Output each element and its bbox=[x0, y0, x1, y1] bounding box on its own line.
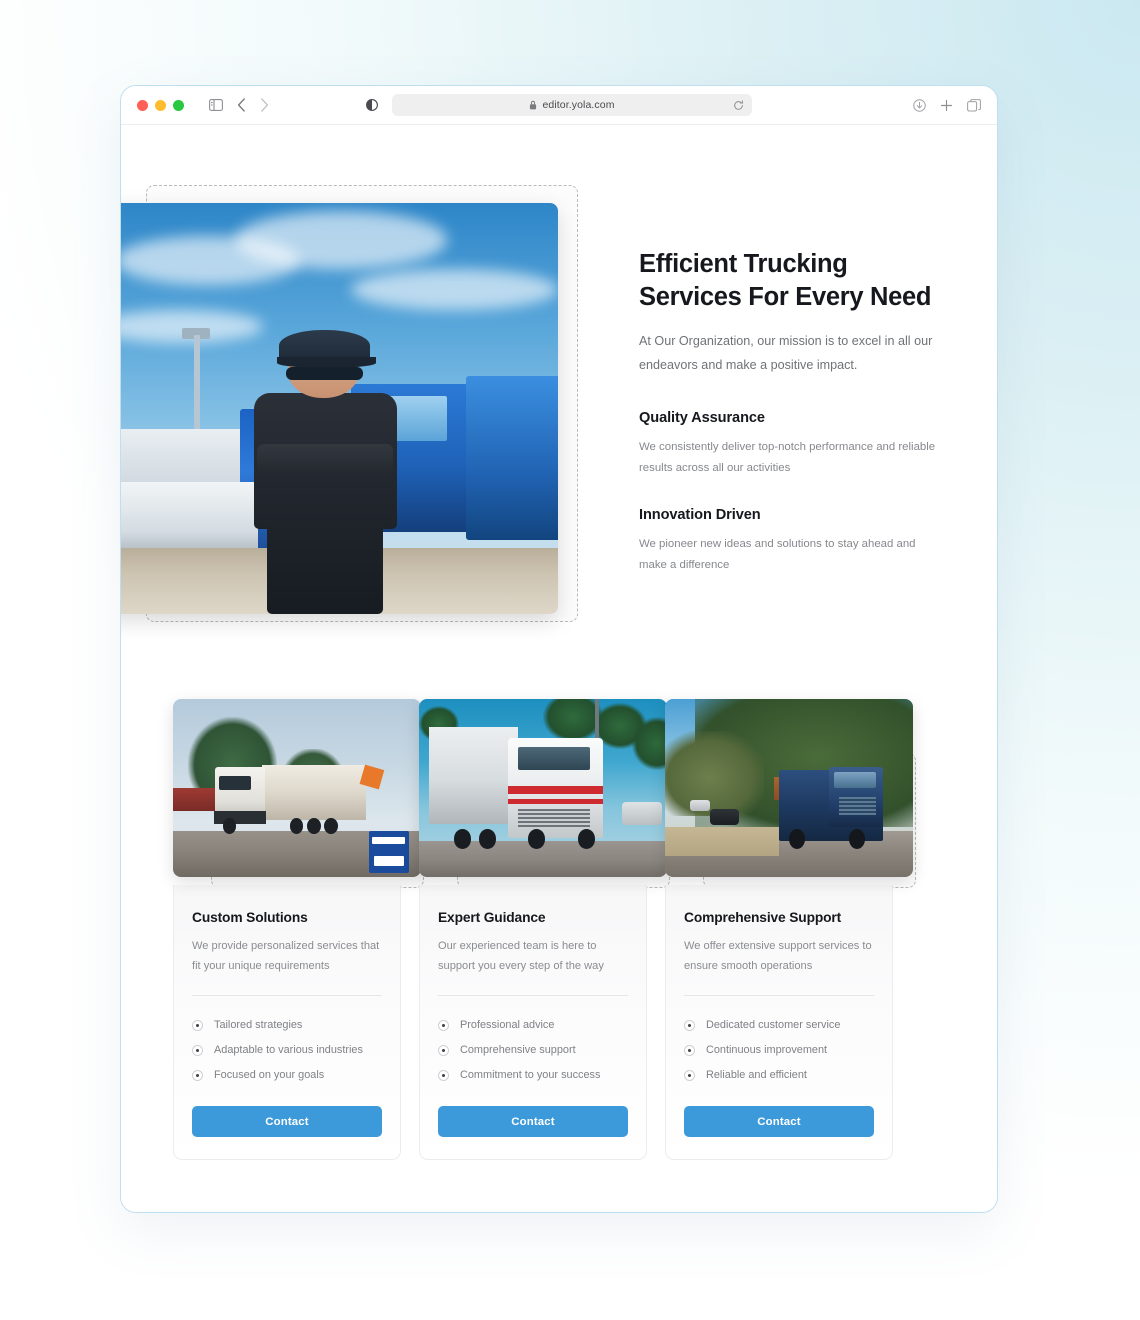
list-item: Tailored strategies bbox=[192, 1013, 382, 1038]
list-item-label: Professional advice bbox=[460, 1019, 555, 1032]
sidebar-toggle-icon[interactable] bbox=[209, 99, 223, 111]
card-title: Expert Guidance bbox=[438, 910, 546, 925]
bullet-icon bbox=[684, 1020, 695, 1032]
list-item: Continuous improvement bbox=[684, 1038, 874, 1063]
browser-window: editor.yola.com Efficient Trucking Servi… bbox=[120, 85, 998, 1213]
card-feature-list: Professional advice Comprehensive suppor… bbox=[438, 1013, 628, 1088]
card-body: Expert Guidance Our experienced team is … bbox=[419, 885, 647, 1161]
nav-forward-icon[interactable] bbox=[260, 98, 269, 112]
card-image[interactable] bbox=[419, 699, 667, 877]
service-cards-section: Custom Solutions We provide personalized… bbox=[173, 695, 973, 1161]
list-item-label: Continuous improvement bbox=[706, 1044, 828, 1057]
download-icon[interactable] bbox=[913, 98, 926, 112]
card-divider bbox=[438, 995, 628, 997]
list-item-label: Focused on your goals bbox=[214, 1069, 325, 1082]
bullet-icon bbox=[192, 1045, 203, 1057]
url-text: editor.yola.com bbox=[542, 99, 615, 111]
feature-title: Innovation Driven bbox=[639, 507, 761, 524]
hero-subtitle: At Our Organization, our mission is to e… bbox=[639, 334, 933, 372]
feature-text: We pioneer new ideas and solutions to st… bbox=[639, 538, 916, 572]
website-canvas: Efficient Trucking Services For Every Ne… bbox=[121, 125, 997, 1212]
card-feature-list: Dedicated customer service Continuous im… bbox=[684, 1013, 874, 1088]
card-divider bbox=[684, 995, 874, 997]
contact-button[interactable]: Contact bbox=[684, 1106, 874, 1138]
card-description: We offer extensive support services to e… bbox=[684, 940, 872, 973]
lock-icon bbox=[529, 100, 537, 110]
card-image[interactable] bbox=[173, 699, 421, 877]
list-item-label: Commitment to your success bbox=[460, 1069, 601, 1082]
url-content: editor.yola.com bbox=[529, 99, 614, 111]
feature-innovation-driven: Innovation Driven We pioneer new ideas a… bbox=[639, 507, 939, 576]
list-item: Adaptable to various industries bbox=[192, 1038, 382, 1063]
list-item: Dedicated customer service bbox=[684, 1013, 874, 1038]
list-item: Focused on your goals bbox=[192, 1063, 382, 1088]
bullet-icon bbox=[192, 1020, 203, 1032]
feature-text: We consistently deliver top-notch perfor… bbox=[639, 440, 936, 474]
close-window-button[interactable] bbox=[137, 99, 148, 111]
reader-mode-icon[interactable] bbox=[366, 99, 378, 111]
feature-quality-assurance: Quality Assurance We consistently delive… bbox=[639, 410, 939, 479]
list-item-label: Dedicated customer service bbox=[706, 1019, 841, 1032]
card-body: Custom Solutions We provide personalized… bbox=[173, 885, 401, 1161]
bullet-icon bbox=[684, 1045, 695, 1057]
card-divider bbox=[192, 995, 382, 997]
list-item: Commitment to your success bbox=[438, 1063, 628, 1088]
hero-text-block: Efficient Trucking Services For Every Ne… bbox=[639, 248, 939, 576]
minimize-window-button[interactable] bbox=[155, 99, 166, 111]
page-title: Efficient Trucking Services For Every Ne… bbox=[639, 250, 932, 311]
list-item: Professional advice bbox=[438, 1013, 628, 1038]
card-description: Our experienced team is here to support … bbox=[438, 940, 604, 973]
bullet-icon bbox=[192, 1070, 203, 1082]
list-item-label: Reliable and efficient bbox=[706, 1069, 807, 1082]
browser-toolbar: editor.yola.com bbox=[121, 86, 997, 125]
address-bar-group: editor.yola.com bbox=[366, 94, 752, 116]
service-card: Custom Solutions We provide personalized… bbox=[173, 695, 424, 1161]
url-bar[interactable]: editor.yola.com bbox=[392, 94, 752, 116]
zoom-window-button[interactable] bbox=[173, 99, 184, 111]
card-title: Comprehensive Support bbox=[684, 910, 842, 925]
list-item: Comprehensive support bbox=[438, 1038, 628, 1063]
card-body: Comprehensive Support We offer extensive… bbox=[665, 885, 893, 1161]
tab-overview-icon[interactable] bbox=[967, 98, 981, 112]
bullet-icon bbox=[438, 1020, 449, 1032]
bullet-icon bbox=[438, 1070, 449, 1082]
service-card: Comprehensive Support We offer extensive… bbox=[665, 695, 916, 1161]
list-item-label: Adaptable to various industries bbox=[214, 1044, 363, 1057]
browser-toolbar-actions bbox=[913, 98, 981, 112]
hero-image[interactable] bbox=[121, 203, 558, 614]
bullet-icon bbox=[438, 1045, 449, 1057]
list-item-label: Comprehensive support bbox=[460, 1044, 576, 1057]
traffic-lights bbox=[137, 99, 184, 111]
list-item: Reliable and efficient bbox=[684, 1063, 874, 1088]
contact-button[interactable]: Contact bbox=[438, 1106, 628, 1138]
reload-icon[interactable] bbox=[733, 99, 744, 111]
browser-nav-controls bbox=[209, 98, 269, 112]
list-item-label: Tailored strategies bbox=[214, 1019, 303, 1032]
contact-button[interactable]: Contact bbox=[192, 1106, 382, 1138]
card-title: Custom Solutions bbox=[192, 910, 308, 925]
nav-back-icon[interactable] bbox=[237, 98, 246, 112]
service-card: Expert Guidance Our experienced team is … bbox=[419, 695, 670, 1161]
hero-section: Efficient Trucking Services For Every Ne… bbox=[121, 185, 997, 685]
card-image[interactable] bbox=[665, 699, 913, 877]
card-description: We provide personalized services that fi… bbox=[192, 940, 380, 973]
new-tab-plus-icon[interactable] bbox=[940, 99, 953, 112]
feature-title: Quality Assurance bbox=[639, 409, 765, 426]
card-feature-list: Tailored strategies Adaptable to various… bbox=[192, 1013, 382, 1088]
bullet-icon bbox=[684, 1070, 695, 1082]
